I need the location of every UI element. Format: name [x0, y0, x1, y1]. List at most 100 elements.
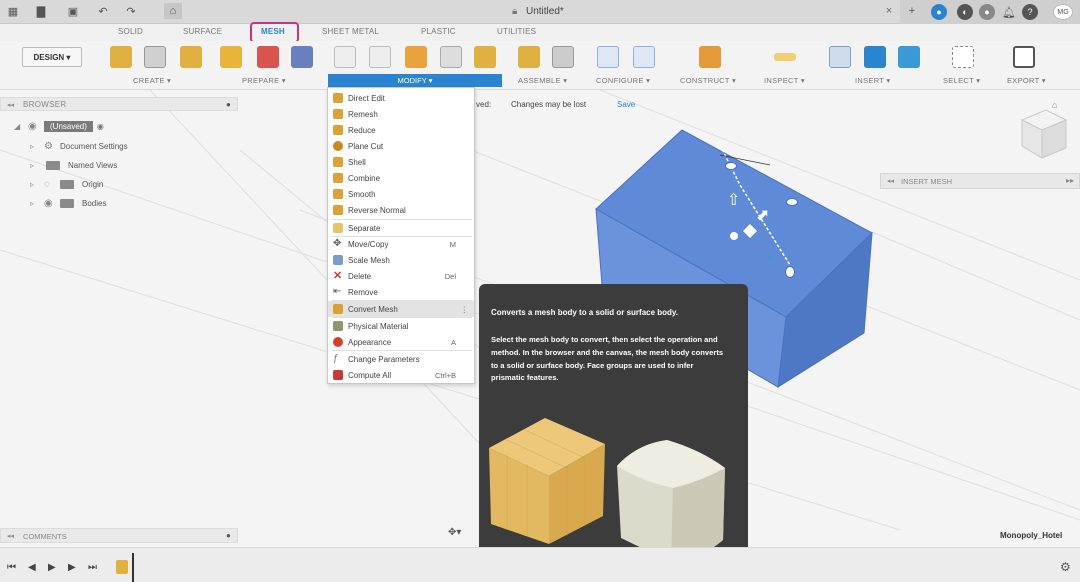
menu-item-reverse-normal[interactable]: Reverse Normal [328, 202, 474, 218]
jobs-icon[interactable]: ◐ [957, 4, 973, 20]
insert-mesh-panel[interactable]: ◂◂ INSERT MESH ▸▸ [880, 173, 1080, 189]
tab-plastic[interactable]: PLASTIC [421, 27, 456, 36]
menu-item-remesh[interactable]: Remesh [328, 106, 474, 122]
menu-item-combine[interactable]: Combine [328, 170, 474, 186]
insert-mesh-icon[interactable] [864, 46, 886, 68]
move-arrow-icon[interactable]: ⇧ [727, 190, 740, 210]
export-icon[interactable] [1013, 46, 1035, 68]
file-icon[interactable]: ▇ [34, 4, 48, 18]
expand-icon[interactable]: ▹ [30, 161, 44, 170]
workspace-switcher[interactable]: DESIGN ▾ [22, 47, 82, 67]
menu-item-plane-cut[interactable]: Plane Cut [328, 138, 474, 154]
group-inspect[interactable]: INSPECT ▾ [764, 76, 805, 85]
pin-icon[interactable]: ● [226, 531, 231, 540]
expand-icon[interactable]: ▹ [30, 142, 44, 151]
browser-item-named-views[interactable]: ▹ Named Views [30, 158, 117, 172]
group-modify[interactable]: MODIFY ▾ [328, 74, 502, 87]
prepare-extra-icon[interactable] [291, 46, 313, 68]
menu-item-scale-mesh[interactable]: Scale Mesh [328, 252, 474, 268]
save-icon[interactable]: ▣ [66, 4, 80, 18]
modify-plane-cut-icon[interactable] [405, 46, 427, 68]
create-mesh-icon[interactable] [180, 46, 202, 68]
browser-item-bodies[interactable]: ▹ ◉ Bodies [30, 196, 106, 210]
bell-icon[interactable]: 🔔︎ [1001, 4, 1017, 20]
group-configure[interactable]: CONFIGURE ▾ [596, 76, 650, 85]
group-create[interactable]: CREATE ▾ [133, 76, 171, 85]
home-icon[interactable]: ⌂ [164, 3, 182, 19]
view-cube[interactable] [1016, 106, 1070, 164]
browser-item-origin[interactable]: ▹ ◌ Origin [30, 177, 103, 191]
timeline-feature-icon[interactable] [116, 560, 128, 574]
group-insert[interactable]: INSERT ▾ [855, 76, 890, 85]
group-prepare[interactable]: PREPARE ▾ [242, 76, 286, 85]
expand-panel-icon[interactable]: ▸▸ [1066, 176, 1074, 185]
modify-convert-icon[interactable] [474, 46, 496, 68]
new-component-icon[interactable] [518, 46, 540, 68]
step-back-icon[interactable]: ◀ [28, 562, 36, 573]
menu-item-change-parameters[interactable]: ƒ Change Parameters [328, 351, 474, 367]
offset-plane-icon[interactable] [699, 46, 721, 68]
pivot-point[interactable] [730, 232, 738, 240]
menu-item-direct-edit[interactable]: Direct Edit [328, 90, 474, 106]
menu-item-smooth[interactable]: Smooth [328, 186, 474, 202]
target-icon[interactable]: ◉ [97, 122, 104, 131]
more-options-icon[interactable]: ⋮ [461, 305, 469, 314]
generate-face-groups-icon[interactable] [257, 46, 279, 68]
modify-shell-icon[interactable] [440, 46, 462, 68]
menu-item-reduce[interactable]: Reduce [328, 122, 474, 138]
tab-sheet-metal[interactable]: SHEET METAL [322, 27, 379, 36]
help-icon[interactable]: ? [1022, 4, 1038, 20]
app-grid-icon[interactable]: ▦ [6, 4, 20, 18]
joint-icon[interactable] [552, 46, 574, 68]
create-form-icon[interactable] [144, 46, 166, 68]
group-construct[interactable]: CONSTRUCT ▾ [680, 76, 736, 85]
go-to-end-icon[interactable]: ⏭ [88, 562, 97, 573]
visibility-icon[interactable]: ◉ [44, 198, 60, 209]
comments-panel[interactable]: ◂◂ COMMENTS ● [0, 528, 238, 543]
manipulator-handle[interactable] [786, 198, 798, 206]
play-icon[interactable]: ▶ [48, 562, 56, 573]
menu-item-remove[interactable]: ⇤ Remove [328, 284, 474, 300]
configure-icon[interactable] [597, 46, 619, 68]
undo-icon[interactable]: ↶ [96, 4, 110, 18]
create-box-icon[interactable] [110, 46, 132, 68]
modify-remesh-icon[interactable] [369, 46, 391, 68]
menu-item-compute-all[interactable]: Compute All Ctrl+B [328, 367, 474, 383]
group-select[interactable]: SELECT ▾ [943, 76, 980, 85]
close-tab-icon[interactable]: × [882, 4, 896, 18]
expand-icon[interactable]: ▹ [30, 199, 44, 208]
user-avatar[interactable]: MG [1053, 4, 1073, 20]
visibility-icon[interactable]: ◉ [28, 121, 44, 132]
modify-direct-edit-icon[interactable] [334, 46, 356, 68]
move-arrow-icon[interactable]: ➘ [762, 248, 774, 265]
browser-item-document-settings[interactable]: ▹ ⚙︎ Document Settings [30, 139, 128, 153]
go-to-start-icon[interactable]: ⏮ [7, 562, 16, 573]
pin-icon[interactable]: ● [226, 100, 231, 109]
orbit-icon[interactable]: ✥▾ [448, 527, 461, 538]
menu-item-delete[interactable]: ✕ Delete Del [328, 268, 474, 284]
insert-derive-icon[interactable] [829, 46, 851, 68]
menu-item-shell[interactable]: Shell [328, 154, 474, 170]
save-link[interactable]: Save [617, 100, 635, 109]
new-tab-icon[interactable]: + [905, 4, 919, 18]
step-forward-icon[interactable]: ▶ [68, 562, 76, 573]
insert-canvas-icon[interactable] [898, 46, 920, 68]
collapse-icon[interactable]: ◂◂ [7, 532, 14, 540]
group-export[interactable]: EXPORT ▾ [1007, 76, 1046, 85]
browser-header[interactable]: BROWSER ◂◂ ● [0, 97, 238, 111]
collapse-icon[interactable]: ◂◂ [887, 177, 894, 185]
configure-table-icon[interactable] [633, 46, 655, 68]
manipulator-handle[interactable] [785, 266, 795, 278]
timeline-marker[interactable] [132, 553, 134, 582]
tab-surface[interactable]: SURFACE [183, 27, 222, 36]
menu-item-physical-material[interactable]: Physical Material [328, 318, 474, 334]
notifications-icon[interactable]: ● [979, 4, 995, 20]
tab-mesh[interactable]: MESH [261, 27, 285, 36]
menu-item-appearance[interactable]: Appearance A [328, 334, 474, 350]
timeline-settings-icon[interactable]: ⚙︎ [1060, 560, 1071, 574]
rotate-arrow-icon[interactable]: ⬈ [756, 205, 769, 225]
home-view-icon[interactable]: ⌂ [1052, 100, 1057, 110]
menu-item-separate[interactable]: Separate [328, 220, 474, 236]
manipulator-handle[interactable] [725, 162, 737, 170]
expand-icon[interactable]: ▹ [30, 180, 44, 189]
